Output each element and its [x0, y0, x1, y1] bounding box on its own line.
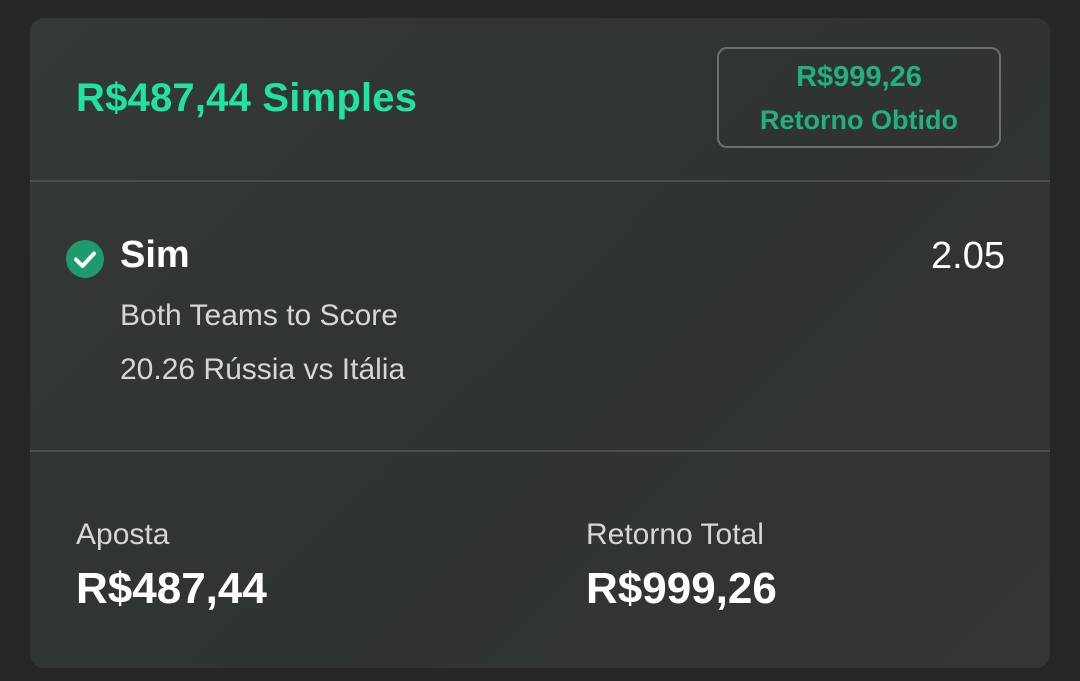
stake-value: R$487,44 [76, 564, 267, 613]
bet-selection: Sim 2.05 Both Teams to Score 20.26 Rússi… [30, 182, 1050, 450]
selection-event: 20.26 Rússia vs Itália [120, 353, 406, 386]
stake-label: Aposta [76, 518, 170, 551]
bet-header: R$487,44 Simples R$999,26 Retorno Obtido [30, 18, 1050, 180]
selection-name: Sim [120, 234, 190, 276]
bet-summary: Aposta R$487,44 Retorno Total R$999,26 [30, 452, 1050, 668]
selection-market: Both Teams to Score [120, 299, 398, 332]
selection-odds: 2.05 [931, 235, 1005, 277]
cashout-amount: R$999,26 [796, 61, 922, 93]
check-circle-icon [66, 240, 104, 278]
cashout-badge[interactable]: R$999,26 Retorno Obtido [717, 47, 1001, 148]
cashout-label: Retorno Obtido [760, 105, 958, 135]
bet-title: R$487,44 Simples [76, 76, 418, 120]
bet-card: R$487,44 Simples R$999,26 Retorno Obtido… [30, 18, 1050, 668]
total-return-label: Retorno Total [586, 518, 764, 551]
total-return-value: R$999,26 [586, 564, 777, 613]
